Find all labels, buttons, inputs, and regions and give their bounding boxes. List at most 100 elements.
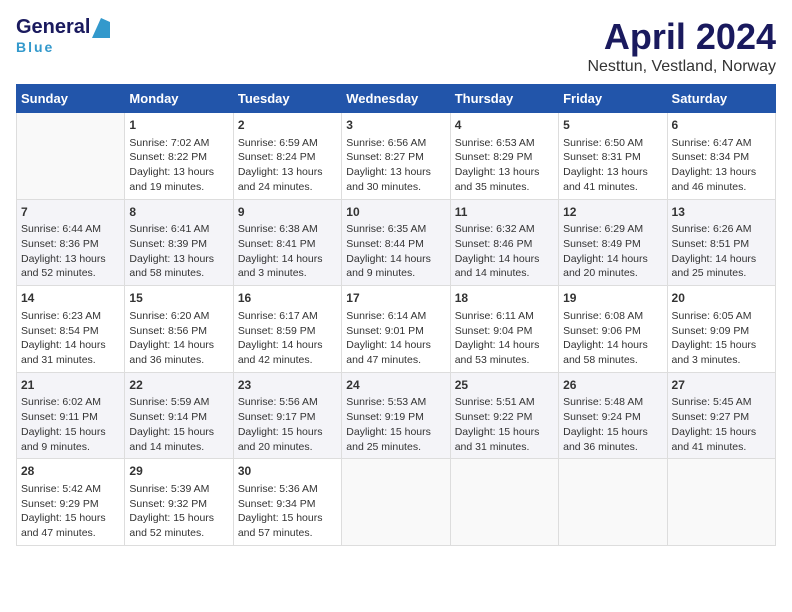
day-info-line: Daylight: 13 hours bbox=[346, 165, 445, 180]
day-info-line: and 9 minutes. bbox=[346, 266, 445, 281]
day-info-line: and 36 minutes. bbox=[129, 353, 228, 368]
day-info-line: Sunset: 8:22 PM bbox=[129, 150, 228, 165]
day-info-line: Sunrise: 6:26 AM bbox=[672, 222, 771, 237]
day-info-line: Sunset: 9:19 PM bbox=[346, 410, 445, 425]
day-info-line: and 31 minutes. bbox=[455, 440, 554, 455]
day-info-line: Sunrise: 5:45 AM bbox=[672, 395, 771, 410]
calendar-cell: 3Sunrise: 6:56 AMSunset: 8:27 PMDaylight… bbox=[342, 113, 450, 200]
day-info-line: Daylight: 15 hours bbox=[238, 425, 337, 440]
day-info-line: Sunset: 9:11 PM bbox=[21, 410, 120, 425]
day-info-line: Sunset: 9:22 PM bbox=[455, 410, 554, 425]
calendar-cell bbox=[342, 459, 450, 546]
day-info-line: Sunrise: 6:14 AM bbox=[346, 309, 445, 324]
day-info-line: and 35 minutes. bbox=[455, 180, 554, 195]
day-number: 2 bbox=[238, 117, 337, 134]
logo: General Blue bbox=[16, 16, 110, 55]
day-info-line: Sunrise: 6:47 AM bbox=[672, 136, 771, 151]
day-number: 26 bbox=[563, 377, 662, 394]
day-info-line: Sunset: 9:09 PM bbox=[672, 324, 771, 339]
day-info-line: and 14 minutes. bbox=[455, 266, 554, 281]
day-info-line: Sunrise: 6:50 AM bbox=[563, 136, 662, 151]
column-header-friday: Friday bbox=[559, 85, 667, 113]
day-info-line: and 19 minutes. bbox=[129, 180, 228, 195]
day-number: 14 bbox=[21, 290, 120, 307]
day-info-line: Daylight: 14 hours bbox=[129, 338, 228, 353]
day-info-line: Sunrise: 5:48 AM bbox=[563, 395, 662, 410]
day-info-line: and 58 minutes. bbox=[563, 353, 662, 368]
day-info-line: Sunrise: 5:59 AM bbox=[129, 395, 228, 410]
day-info-line: Sunrise: 6:56 AM bbox=[346, 136, 445, 151]
day-number: 25 bbox=[455, 377, 554, 394]
column-header-wednesday: Wednesday bbox=[342, 85, 450, 113]
week-row-1: 1Sunrise: 7:02 AMSunset: 8:22 PMDaylight… bbox=[17, 113, 776, 200]
day-info-line: Daylight: 13 hours bbox=[563, 165, 662, 180]
day-info-line: Daylight: 14 hours bbox=[455, 338, 554, 353]
calendar-cell: 1Sunrise: 7:02 AMSunset: 8:22 PMDaylight… bbox=[125, 113, 233, 200]
day-info-line: Sunset: 9:27 PM bbox=[672, 410, 771, 425]
day-info-line: Daylight: 14 hours bbox=[563, 252, 662, 267]
logo-arrow-icon bbox=[92, 18, 110, 38]
day-number: 6 bbox=[672, 117, 771, 134]
calendar-cell: 29Sunrise: 5:39 AMSunset: 9:32 PMDayligh… bbox=[125, 459, 233, 546]
column-header-saturday: Saturday bbox=[667, 85, 775, 113]
day-info-line: and 52 minutes. bbox=[129, 526, 228, 541]
day-info-line: Sunset: 9:14 PM bbox=[129, 410, 228, 425]
day-info-line: Daylight: 15 hours bbox=[129, 425, 228, 440]
day-info-line: Sunrise: 5:39 AM bbox=[129, 482, 228, 497]
day-info-line: Sunrise: 6:53 AM bbox=[455, 136, 554, 151]
logo-blue: Blue bbox=[16, 39, 54, 55]
day-info-line: and 57 minutes. bbox=[238, 526, 337, 541]
day-info-line: and 36 minutes. bbox=[563, 440, 662, 455]
calendar-cell: 24Sunrise: 5:53 AMSunset: 9:19 PMDayligh… bbox=[342, 372, 450, 459]
day-number: 19 bbox=[563, 290, 662, 307]
month-title: April 2024 bbox=[587, 16, 776, 58]
calendar-cell: 9Sunrise: 6:38 AMSunset: 8:41 PMDaylight… bbox=[233, 199, 341, 286]
day-number: 9 bbox=[238, 204, 337, 221]
day-info-line: Daylight: 13 hours bbox=[21, 252, 120, 267]
day-info-line: Sunset: 8:27 PM bbox=[346, 150, 445, 165]
calendar-cell: 18Sunrise: 6:11 AMSunset: 9:04 PMDayligh… bbox=[450, 286, 558, 373]
day-number: 22 bbox=[129, 377, 228, 394]
day-number: 12 bbox=[563, 204, 662, 221]
day-info-line: Daylight: 14 hours bbox=[346, 338, 445, 353]
day-info-line: Sunset: 8:31 PM bbox=[563, 150, 662, 165]
calendar-cell bbox=[667, 459, 775, 546]
day-number: 18 bbox=[455, 290, 554, 307]
calendar-cell: 28Sunrise: 5:42 AMSunset: 9:29 PMDayligh… bbox=[17, 459, 125, 546]
calendar-table: SundayMondayTuesdayWednesdayThursdayFrid… bbox=[16, 84, 776, 546]
day-info-line: Daylight: 13 hours bbox=[129, 252, 228, 267]
day-info-line: and 53 minutes. bbox=[455, 353, 554, 368]
day-info-line: Sunrise: 5:42 AM bbox=[21, 482, 120, 497]
day-info-line: Sunrise: 6:08 AM bbox=[563, 309, 662, 324]
calendar-cell: 6Sunrise: 6:47 AMSunset: 8:34 PMDaylight… bbox=[667, 113, 775, 200]
calendar-cell: 2Sunrise: 6:59 AMSunset: 8:24 PMDaylight… bbox=[233, 113, 341, 200]
day-info-line: Sunset: 8:56 PM bbox=[129, 324, 228, 339]
day-info-line: and 30 minutes. bbox=[346, 180, 445, 195]
day-info-line: Sunrise: 6:29 AM bbox=[563, 222, 662, 237]
day-info-line: and 20 minutes. bbox=[238, 440, 337, 455]
day-number: 11 bbox=[455, 204, 554, 221]
day-info-line: and 3 minutes. bbox=[672, 353, 771, 368]
day-info-line: and 41 minutes. bbox=[672, 440, 771, 455]
calendar-cell: 14Sunrise: 6:23 AMSunset: 8:54 PMDayligh… bbox=[17, 286, 125, 373]
day-info-line: Sunset: 8:34 PM bbox=[672, 150, 771, 165]
day-info-line: Sunrise: 6:23 AM bbox=[21, 309, 120, 324]
calendar-cell bbox=[450, 459, 558, 546]
day-info-line: Sunrise: 6:05 AM bbox=[672, 309, 771, 324]
day-number: 23 bbox=[238, 377, 337, 394]
week-row-5: 28Sunrise: 5:42 AMSunset: 9:29 PMDayligh… bbox=[17, 459, 776, 546]
day-info-line: Sunset: 9:34 PM bbox=[238, 497, 337, 512]
day-info-line: and 14 minutes. bbox=[129, 440, 228, 455]
calendar-cell: 10Sunrise: 6:35 AMSunset: 8:44 PMDayligh… bbox=[342, 199, 450, 286]
calendar-cell: 27Sunrise: 5:45 AMSunset: 9:27 PMDayligh… bbox=[667, 372, 775, 459]
day-info-line: Sunset: 9:32 PM bbox=[129, 497, 228, 512]
day-info-line: and 47 minutes. bbox=[21, 526, 120, 541]
column-header-sunday: Sunday bbox=[17, 85, 125, 113]
calendar-cell: 25Sunrise: 5:51 AMSunset: 9:22 PMDayligh… bbox=[450, 372, 558, 459]
calendar-cell: 23Sunrise: 5:56 AMSunset: 9:17 PMDayligh… bbox=[233, 372, 341, 459]
day-info-line: and 9 minutes. bbox=[21, 440, 120, 455]
calendar-cell: 15Sunrise: 6:20 AMSunset: 8:56 PMDayligh… bbox=[125, 286, 233, 373]
day-info-line: and 42 minutes. bbox=[238, 353, 337, 368]
column-header-thursday: Thursday bbox=[450, 85, 558, 113]
calendar-cell bbox=[559, 459, 667, 546]
